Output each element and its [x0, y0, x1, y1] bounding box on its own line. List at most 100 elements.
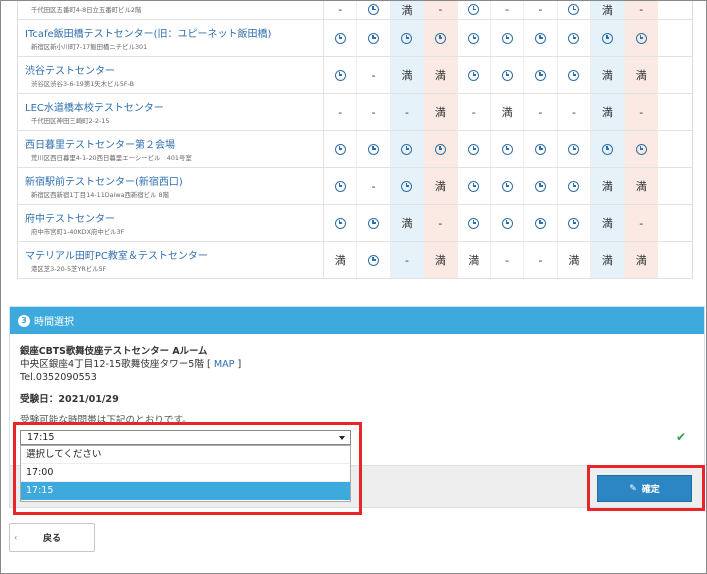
test-center-name[interactable]: LEC水道橋本校テストセンター: [25, 102, 323, 116]
unavailable-cell: -: [624, 205, 658, 241]
test-center-address: 新宿区西新宿1丁目14-11Daiwa西新宿ビル 8階: [31, 190, 169, 199]
panel-header: 3 時間選択: [10, 307, 704, 334]
availability-cell[interactable]: [491, 205, 525, 241]
test-center-row: 府中テストセンター 府中市宮町1-40KDX府中ビル3F 満 - 満 -: [18, 205, 692, 242]
unavailable-cell: -: [458, 94, 491, 130]
availability-cell[interactable]: [558, 168, 592, 204]
clock-icon: [434, 32, 446, 44]
clock-icon: [568, 69, 580, 81]
availability-cell[interactable]: [357, 0, 391, 19]
test-center-info: LEC水道橋本校テストセンター 千代田区神田三崎町2-2-15: [18, 94, 324, 130]
test-center-address: 荒川区西日暮里4-1-20西日暮里エーシービル 401号室: [31, 153, 192, 162]
full-cell: 満: [591, 242, 625, 278]
availability-cell[interactable]: [424, 131, 458, 167]
full-cell: 満: [591, 205, 625, 241]
clock-icon: [535, 69, 547, 81]
availability-cell[interactable]: [624, 20, 658, 56]
availability-cell[interactable]: [390, 131, 425, 167]
full-cell: 満: [390, 205, 425, 241]
availability-cell[interactable]: [491, 131, 525, 167]
clock-icon: [334, 143, 346, 155]
availability-cell[interactable]: [524, 20, 558, 56]
full-cell: 満: [624, 168, 658, 204]
clock-icon: [468, 180, 480, 192]
availability-cell[interactable]: [558, 0, 592, 19]
test-center-name[interactable]: 新宿駅前テストセンター(新宿西口): [25, 176, 323, 190]
availability-cell[interactable]: [558, 57, 592, 93]
unavailable-cell: -: [491, 242, 525, 278]
availability-cell[interactable]: [558, 131, 592, 167]
full-cell: 満: [624, 242, 658, 278]
clock-icon: [401, 32, 413, 44]
unavailable-cell: -: [491, 0, 525, 19]
availability-cell[interactable]: [558, 20, 592, 56]
availability-cell[interactable]: [357, 131, 391, 167]
availability-cell[interactable]: [324, 20, 358, 56]
availability-cell[interactable]: [524, 57, 558, 93]
availability-cell[interactable]: [491, 20, 525, 56]
clock-icon: [368, 143, 380, 155]
unavailable-cell: -: [357, 57, 391, 93]
availability-cell[interactable]: [624, 131, 658, 167]
availability-cell[interactable]: [324, 205, 358, 241]
availability-cell[interactable]: [424, 20, 458, 56]
unavailable-cell: -: [524, 242, 558, 278]
clock-icon: [501, 180, 513, 192]
availability-cell[interactable]: [357, 20, 391, 56]
availability-cell[interactable]: [524, 205, 558, 241]
availability-cell[interactable]: [591, 131, 625, 167]
full-cell: 満: [591, 0, 625, 19]
test-center-name[interactable]: ITcafe飯田橋テストセンター(旧：ユピーネット飯田橋): [25, 28, 323, 42]
back-button[interactable]: ‹ 戻る: [9, 523, 95, 552]
clock-icon: [334, 69, 346, 81]
clock-icon: [334, 180, 346, 192]
clock-icon: [568, 180, 580, 192]
unavailable-cell: -: [357, 94, 391, 130]
unavailable-cell: -: [524, 0, 558, 19]
clock-icon: [368, 4, 380, 15]
test-center-name[interactable]: 府中テストセンター: [25, 213, 323, 227]
availability-cell[interactable]: [324, 168, 358, 204]
clock-icon: [568, 143, 580, 155]
clock-icon: [635, 143, 647, 155]
test-center-info: 新宿駅前テストセンター(新宿西口) 新宿区西新宿1丁目14-11Daiwa西新宿ビ…: [18, 168, 324, 204]
availability-cell[interactable]: [524, 168, 558, 204]
availability-cell[interactable]: [558, 205, 592, 241]
availability-cell[interactable]: [458, 57, 491, 93]
full-cell: 満: [624, 57, 658, 93]
availability-cell[interactable]: [390, 168, 425, 204]
clock-icon: [434, 143, 446, 155]
availability-cell[interactable]: [324, 131, 358, 167]
clock-icon: [601, 143, 613, 155]
highlight-box-dropdown: [13, 422, 362, 515]
availability-cell[interactable]: [458, 205, 491, 241]
test-center-info: ITcafe飯田橋テストセンター(旧：ユピーネット飯田橋) 新宿区新小川町7-17…: [18, 20, 324, 56]
map-link[interactable]: MAP: [214, 359, 235, 370]
test-center-name[interactable]: 渋谷テストセンター: [25, 65, 323, 79]
test-center-address: 府中市宮町1-40KDX府中ビル3F: [31, 227, 125, 236]
availability-cell[interactable]: [390, 20, 425, 56]
availability-cell[interactable]: [458, 0, 491, 19]
clock-icon: [401, 143, 413, 155]
clock-icon: [568, 4, 580, 15]
availability-cell[interactable]: [357, 205, 391, 241]
test-center-name[interactable]: 西日暮里テストセンター第２会場: [25, 139, 323, 153]
availability-cell[interactable]: [458, 20, 491, 56]
availability-cell[interactable]: [491, 57, 525, 93]
test-center-address: 新宿区新小川町7-17飯田橋ニチビル301: [31, 42, 148, 51]
availability-cell[interactable]: [491, 168, 525, 204]
availability-cell[interactable]: [324, 57, 358, 93]
test-center-name[interactable]: マテリアル田町PC教室＆テストセンター: [25, 250, 323, 264]
availability-cell[interactable]: [458, 131, 491, 167]
full-cell: 満: [558, 242, 592, 278]
test-center-row: 西日暮里テストセンター第２会場 荒川区西日暮里4-1-20西日暮里エーシービル 4…: [18, 131, 692, 168]
highlight-box-confirm: [587, 465, 705, 511]
availability-cell[interactable]: [591, 20, 625, 56]
full-cell: 満: [390, 57, 425, 93]
unavailable-cell: -: [324, 0, 358, 19]
unavailable-cell: -: [524, 94, 558, 130]
full-cell: 満: [424, 57, 458, 93]
availability-cell[interactable]: [357, 242, 391, 278]
availability-cell[interactable]: [458, 168, 491, 204]
availability-cell[interactable]: [524, 131, 558, 167]
